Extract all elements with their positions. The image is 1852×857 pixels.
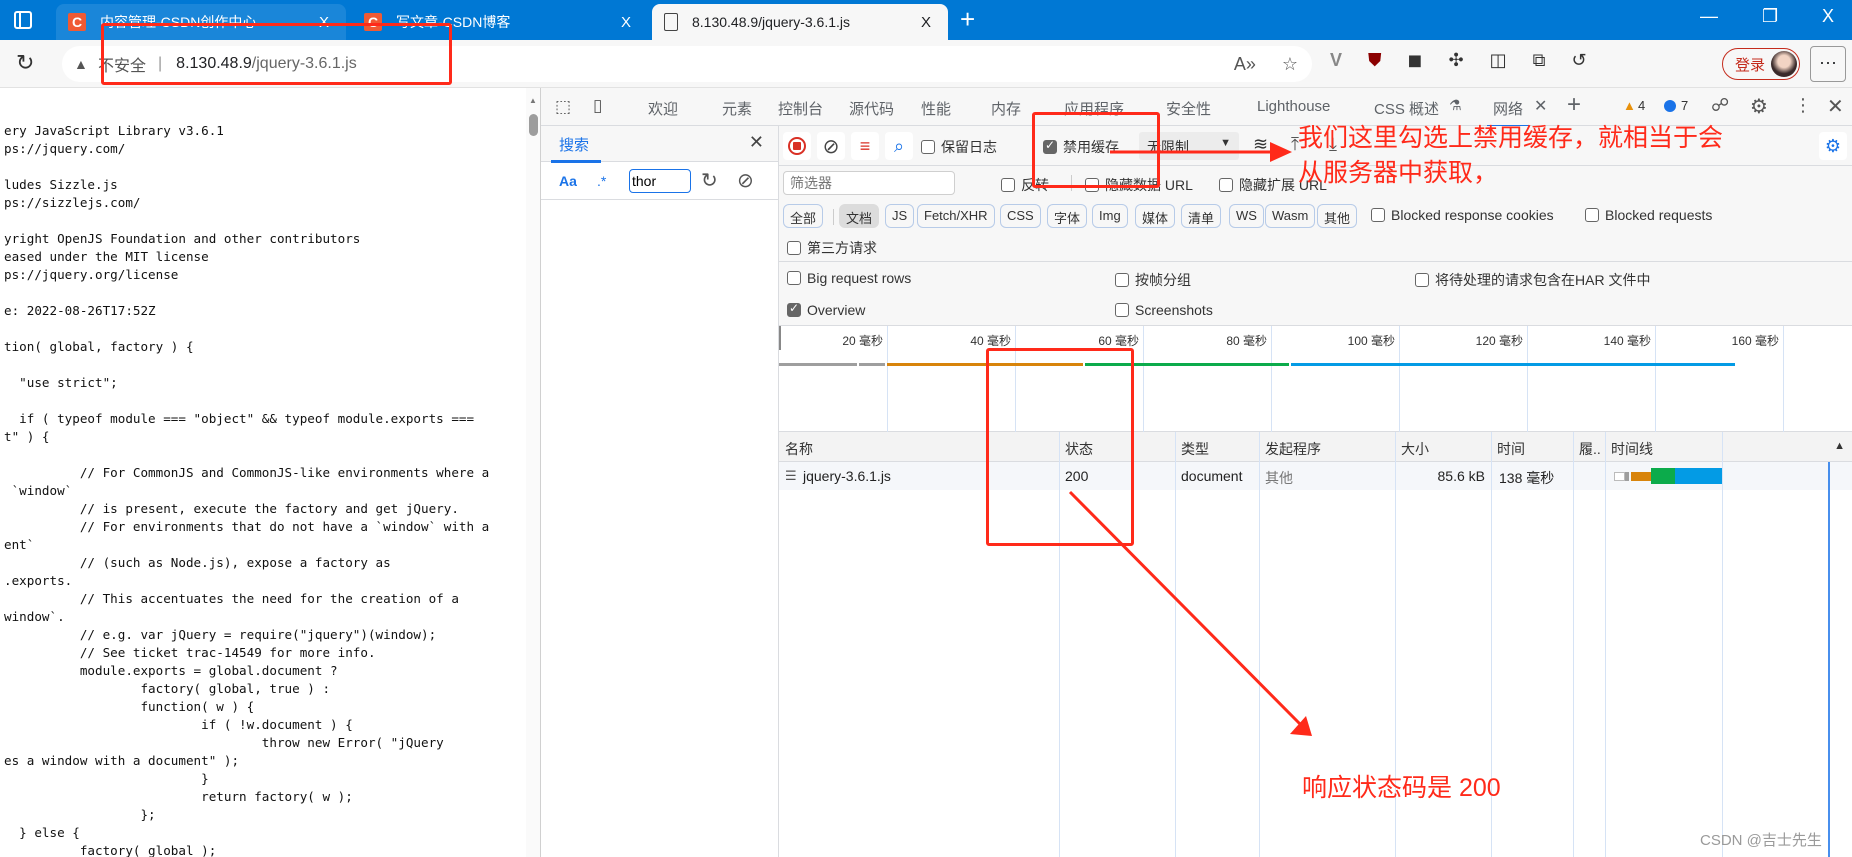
annotation-note-cache-line1: 我们这里勾选上禁用缓存，就相当于会 [1298,124,1724,152]
annotation-note-status: 响应状态码是 200 [1302,774,1501,802]
arrow-line-status [1068,490,1304,728]
annotation-note-cache-line2: 从服务器中获取， [1298,159,1499,187]
watermark: CSDN @吉士先生 [1700,832,1822,849]
arrow-head-cache [1270,142,1292,162]
